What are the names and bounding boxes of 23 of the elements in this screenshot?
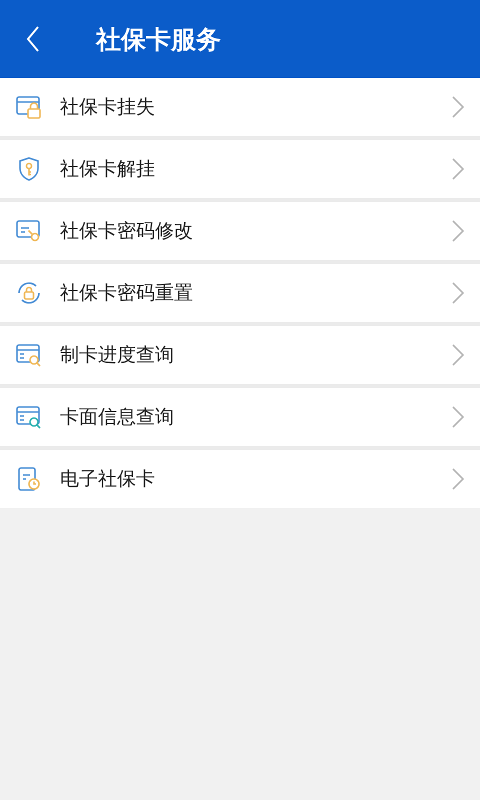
chevron-right-icon <box>452 344 464 366</box>
menu-item[interactable]: 电子社保卡 <box>0 450 480 508</box>
page-title: 社保卡服务 <box>96 24 221 56</box>
chevron-right-icon <box>452 96 464 118</box>
menu-item[interactable]: 社保卡解挂 <box>0 140 480 198</box>
menu-item[interactable]: 社保卡密码修改 <box>0 202 480 260</box>
card-search-icon <box>16 404 42 430</box>
card-search-icon <box>16 342 42 368</box>
lock-cycle-icon <box>16 280 42 306</box>
chevron-right-icon <box>452 406 464 428</box>
document-clock-icon <box>16 466 42 492</box>
menu-item[interactable]: 制卡进度查询 <box>0 326 480 384</box>
chevron-right-icon <box>452 468 464 490</box>
chevron-right-icon <box>452 158 464 180</box>
menu-item[interactable]: 社保卡挂失 <box>0 78 480 136</box>
shield-key-icon <box>16 156 42 182</box>
menu-item[interactable]: 卡面信息查询 <box>0 388 480 446</box>
chevron-right-icon <box>452 220 464 242</box>
menu-item[interactable]: 社保卡密码重置 <box>0 264 480 322</box>
chevron-right-icon <box>452 282 464 304</box>
card-key-icon <box>16 218 42 244</box>
back-icon[interactable] <box>26 26 40 52</box>
card-lock-icon <box>16 94 42 120</box>
